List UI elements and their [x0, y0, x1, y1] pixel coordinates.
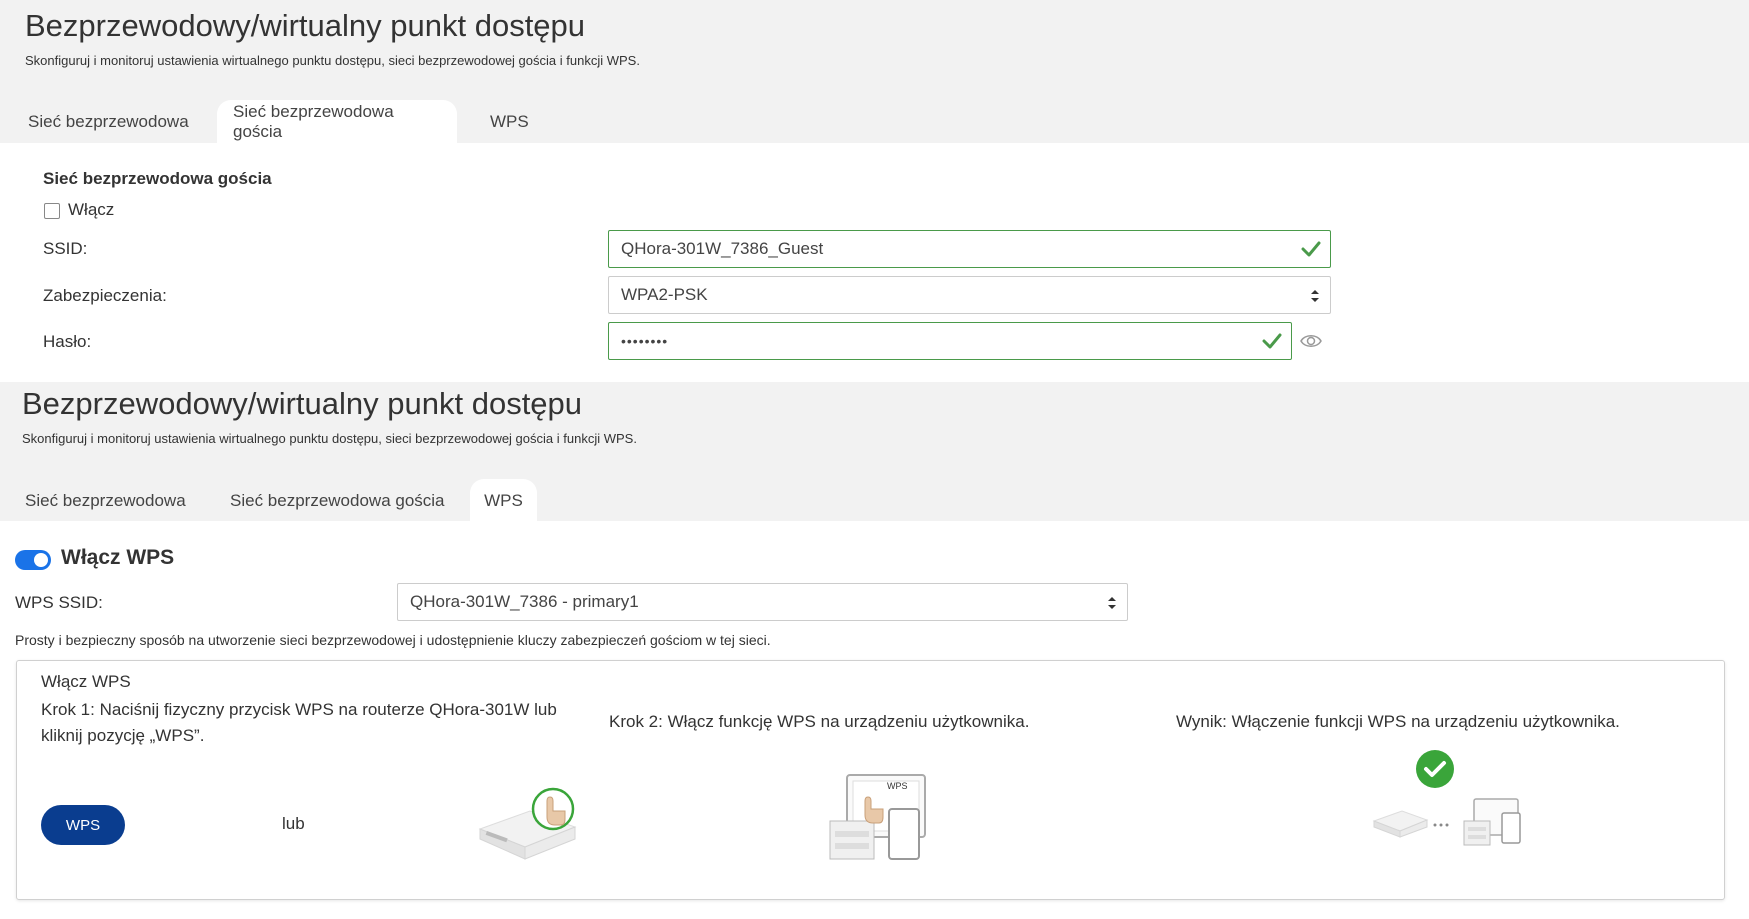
select-arrows-icon: [1108, 597, 1116, 609]
step1-text: Krok 1: Naciśnij fizyczny przycisk WPS n…: [41, 700, 557, 745]
enable-guest-checkbox[interactable]: [44, 203, 60, 219]
ssid-label: SSID:: [43, 239, 88, 258]
tab-label: Sieć bezprzewodowa gościa: [233, 102, 394, 141]
card-title: Włącz WPS: [41, 672, 131, 691]
wps-description: Prosty i bezpieczny sposób na utworzenie…: [15, 632, 771, 648]
device-wps-illustration: [829, 774, 926, 860]
check-icon: [1301, 241, 1321, 257]
page-subtitle: Skonfiguruj i monitoruj ustawienia wirtu…: [25, 53, 640, 68]
wps-ssid-select[interactable]: QHora-301W_7386 - primary1: [397, 583, 1128, 621]
tab-label: WPS: [484, 491, 523, 510]
toggle-knob: [34, 553, 48, 567]
security-select[interactable]: WPA2-PSK: [608, 276, 1331, 314]
wps-toggle-label: Włącz WPS: [61, 546, 175, 569]
tab-wireless[interactable]: Sieć bezprzewodowa: [12, 100, 205, 144]
ssid-input[interactable]: QHora-301W_7386_Guest: [608, 230, 1331, 268]
eye-icon[interactable]: [1299, 329, 1323, 353]
security-value: WPA2-PSK: [621, 285, 708, 304]
password-label: Hasło:: [43, 332, 92, 351]
wps-panel: Bezprzewodowy/wirtualny punkt dostępu Sk…: [0, 382, 1749, 919]
select-arrows-icon: [1311, 290, 1319, 302]
tab-wireless[interactable]: Sieć bezprzewodowa: [9, 479, 202, 523]
wps-steps-card: Włącz WPS Krok 1: Naciśnij fizyczny przy…: [16, 660, 1725, 900]
wps-button[interactable]: WPS: [41, 805, 125, 845]
tab-label: Sieć bezprzewodowa: [28, 112, 189, 131]
tab-label: Sieć bezprzewodowa gościa: [230, 491, 445, 510]
page-subtitle: Skonfiguruj i monitoruj ustawienia wirtu…: [22, 431, 637, 446]
wps-content: Włącz WPS WPS SSID: QHora-301W_7386 - pr…: [0, 521, 1749, 919]
tab-wps[interactable]: WPS: [474, 100, 545, 144]
security-label: Zabezpieczenia:: [43, 286, 167, 305]
guest-content: Sieć bezprzewodowa gościa Włącz SSID: QH…: [0, 143, 1749, 382]
password-input[interactable]: ••••••••: [608, 322, 1292, 360]
result-text: Wynik: Włączenie funkcji WPS na urządzen…: [1176, 712, 1620, 731]
screen-wps-label: WPS: [887, 781, 908, 791]
wps-toggle[interactable]: [15, 550, 51, 570]
password-value: ••••••••: [621, 333, 669, 349]
tab-label: Sieć bezprzewodowa: [25, 491, 186, 510]
connected-devices-illustration: [1372, 798, 1521, 846]
check-icon: [1262, 333, 1282, 349]
tab-guest-wireless[interactable]: Sieć bezprzewodowa gościa: [214, 479, 461, 523]
success-check-icon: [1416, 750, 1454, 788]
ssid-value: QHora-301W_7386_Guest: [621, 239, 824, 258]
guest-panel: Bezprzewodowy/wirtualny punkt dostępu Sk…: [0, 0, 1749, 382]
tab-label: WPS: [490, 112, 529, 131]
step2-text: Krok 2: Włącz funkcję WPS na urządzeniu …: [609, 712, 1030, 731]
section-title: Sieć bezprzewodowa gościa: [43, 169, 272, 188]
page-title: Bezprzewodowy/wirtualny punkt dostępu: [22, 386, 583, 421]
wps-ssid-label: WPS SSID:: [15, 593, 103, 612]
or-label: lub: [282, 814, 305, 833]
tab-wps[interactable]: WPS: [470, 479, 537, 523]
router-press-illustration: [478, 787, 577, 860]
enable-guest-label: Włącz: [68, 200, 115, 219]
wps-ssid-value: QHora-301W_7386 - primary1: [410, 592, 639, 611]
tab-guest-wireless[interactable]: Sieć bezprzewodowa gościa: [217, 100, 457, 144]
page-title: Bezprzewodowy/wirtualny punkt dostępu: [25, 8, 586, 43]
